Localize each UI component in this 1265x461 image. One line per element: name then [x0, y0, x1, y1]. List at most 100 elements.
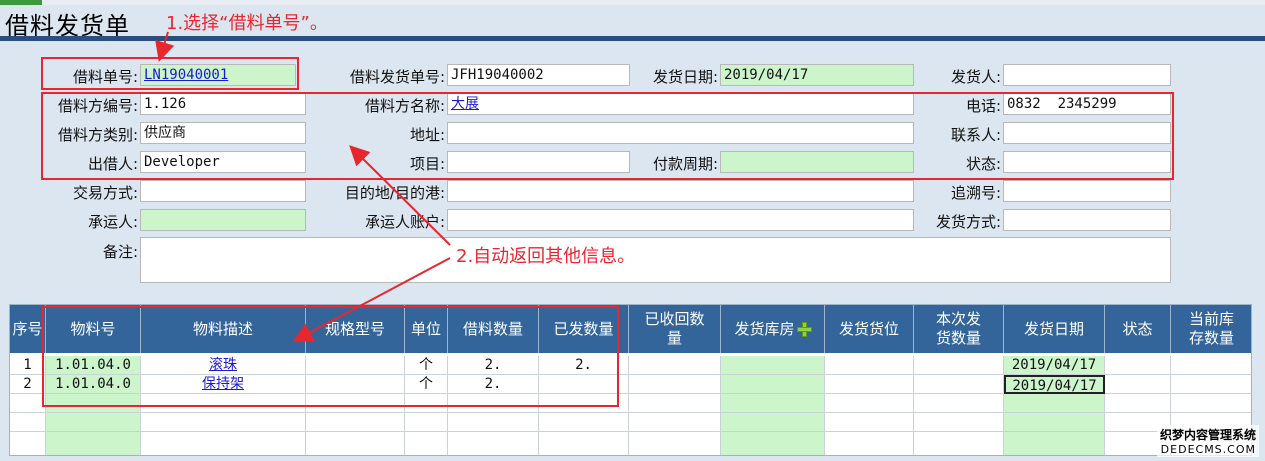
table-row-1-desc[interactable]: 滚珠: [141, 356, 306, 375]
table-row-1-desc-link[interactable]: 滚珠: [209, 357, 237, 373]
empty-cell[interactable]: [825, 413, 914, 432]
table-row-1-returned-qty[interactable]: [629, 356, 721, 375]
col-header-stock-qty[interactable]: 当前库存数量: [1171, 305, 1251, 353]
empty-cell[interactable]: [141, 394, 306, 413]
table-row-2-this-ship-qty[interactable]: [914, 375, 1004, 394]
col-header-ship-date[interactable]: 发货日期: [1004, 305, 1105, 353]
trade-mode-field[interactable]: [140, 180, 306, 202]
empty-cell[interactable]: [1171, 394, 1251, 413]
table-row-2-returned-qty[interactable]: [629, 375, 721, 394]
table-row-2-spec[interactable]: [306, 375, 405, 394]
lender-field[interactable]: Developer: [140, 151, 306, 173]
col-header-material-desc[interactable]: 物料描述: [141, 305, 306, 353]
table-row-2-material-no[interactable]: 1.01.04.0: [46, 375, 141, 394]
table-row-1-shipped-qty[interactable]: 2.: [539, 356, 629, 375]
ship-date-field[interactable]: 2019/04/17: [720, 64, 914, 86]
empty-cell[interactable]: [914, 394, 1004, 413]
carrier-field[interactable]: [140, 209, 306, 231]
empty-cell[interactable]: [825, 432, 914, 455]
table-row-2-status[interactable]: [1105, 375, 1171, 394]
empty-cell[interactable]: [306, 413, 405, 432]
table-row-2-stock-qty[interactable]: [1171, 375, 1251, 394]
borrower-name-link[interactable]: 大展: [451, 96, 479, 112]
empty-cell[interactable]: [141, 432, 306, 455]
project-field[interactable]: [447, 151, 630, 173]
empty-cell[interactable]: [539, 394, 629, 413]
empty-cell[interactable]: [448, 394, 539, 413]
table-row-1-location[interactable]: [825, 356, 914, 375]
destination-field[interactable]: [447, 180, 914, 202]
remark-textarea[interactable]: [140, 237, 1171, 283]
table-row-2-loan-qty[interactable]: 2.: [448, 375, 539, 394]
table-row-1-spec[interactable]: [306, 356, 405, 375]
empty-cell[interactable]: [1105, 394, 1171, 413]
phone-field[interactable]: 0832 2345299: [1003, 93, 1171, 115]
borrower-code-field[interactable]: 1.126: [140, 93, 306, 115]
borrower-name-field[interactable]: 大展: [447, 93, 914, 115]
table-row-1-loan-qty[interactable]: 2.: [448, 356, 539, 375]
empty-cell[interactable]: [721, 413, 825, 432]
col-header-status[interactable]: 状态: [1105, 305, 1171, 353]
status-field[interactable]: [1003, 151, 1171, 173]
table-row-2-ship-date[interactable]: 2019/04/17: [1004, 375, 1105, 394]
table-row-2-warehouse[interactable]: [721, 375, 825, 394]
col-header-material-no[interactable]: 物料号: [46, 305, 141, 353]
empty-cell[interactable]: [539, 413, 629, 432]
empty-cell[interactable]: [141, 413, 306, 432]
empty-cell[interactable]: [405, 432, 448, 455]
empty-cell[interactable]: [629, 413, 721, 432]
carrier-account-field[interactable]: [447, 209, 914, 231]
table-row-2-location[interactable]: [825, 375, 914, 394]
loan-no-link[interactable]: LN19040001: [144, 67, 228, 83]
col-header-location[interactable]: 发货货位: [825, 305, 914, 353]
empty-cell[interactable]: [306, 394, 405, 413]
ship-no-field[interactable]: JFH19040002: [447, 64, 630, 86]
empty-cell[interactable]: [629, 394, 721, 413]
table-row-2-desc-link[interactable]: 保持架: [202, 376, 244, 392]
plus-icon[interactable]: [796, 322, 812, 337]
empty-cell[interactable]: [629, 432, 721, 455]
empty-cell[interactable]: [405, 394, 448, 413]
empty-cell[interactable]: [448, 432, 539, 455]
col-header-unit[interactable]: 单位: [405, 305, 448, 353]
shipper-field[interactable]: [1003, 64, 1171, 86]
contact-field[interactable]: [1003, 122, 1171, 144]
empty-cell[interactable]: [721, 432, 825, 455]
col-header-spec[interactable]: 规格型号: [306, 305, 405, 353]
col-header-this-ship-qty[interactable]: 本次发货数量: [914, 305, 1004, 353]
trace-no-field[interactable]: [1003, 180, 1171, 202]
empty-cell[interactable]: [46, 432, 141, 455]
col-header-warehouse[interactable]: 发货库房: [721, 305, 825, 353]
ship-method-field[interactable]: [1003, 209, 1171, 231]
empty-cell[interactable]: [306, 432, 405, 455]
empty-cell[interactable]: [539, 432, 629, 455]
pay-cycle-field[interactable]: [720, 151, 914, 173]
empty-cell[interactable]: [1004, 413, 1105, 432]
col-header-returned-qty[interactable]: 已收回数量: [629, 305, 721, 353]
loan-no-field[interactable]: LN19040001: [140, 64, 296, 86]
empty-cell[interactable]: [721, 394, 825, 413]
table-row-1-unit[interactable]: 个: [405, 356, 448, 375]
empty-cell[interactable]: [825, 394, 914, 413]
table-row-1-stock-qty[interactable]: [1171, 356, 1251, 375]
table-row-1-ship-date[interactable]: 2019/04/17: [1004, 356, 1105, 375]
empty-cell[interactable]: [914, 413, 1004, 432]
table-row-1-this-ship-qty[interactable]: [914, 356, 1004, 375]
empty-cell[interactable]: [1004, 432, 1105, 455]
address-field[interactable]: [447, 122, 914, 144]
table-row-1-material-no[interactable]: 1.01.04.0: [46, 356, 141, 375]
empty-cell[interactable]: [914, 432, 1004, 455]
table-row-1-warehouse[interactable]: [721, 356, 825, 375]
col-header-loan-qty[interactable]: 借料数量: [448, 305, 539, 353]
empty-cell[interactable]: [405, 413, 448, 432]
empty-cell[interactable]: [1004, 394, 1105, 413]
col-header-shipped-qty[interactable]: 已发数量: [539, 305, 629, 353]
table-row-2-shipped-qty[interactable]: [539, 375, 629, 394]
empty-cell[interactable]: [448, 413, 539, 432]
col-header-seq[interactable]: 序号: [10, 305, 46, 353]
borrower-type-field[interactable]: 供应商: [140, 122, 306, 144]
table-row-2-desc[interactable]: 保持架: [141, 375, 306, 394]
empty-cell[interactable]: [46, 413, 141, 432]
table-row-1-status[interactable]: [1105, 356, 1171, 375]
empty-cell[interactable]: [46, 394, 141, 413]
